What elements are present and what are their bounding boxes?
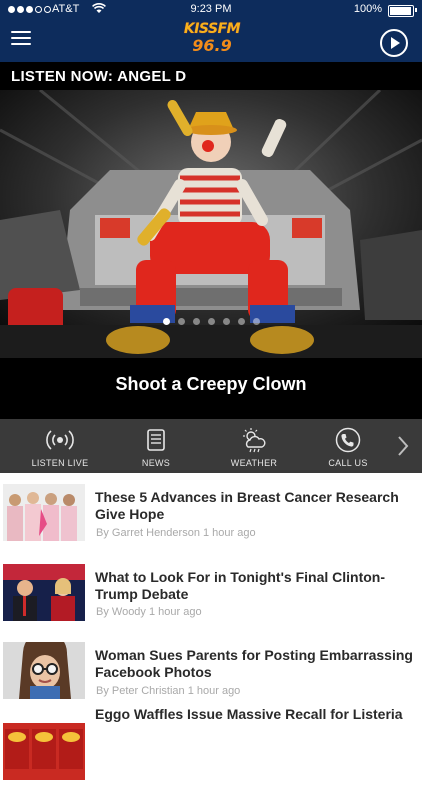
quick-nav-bar: LISTEN LIVE NEWS WEATHER CALL US [0,419,422,473]
pager-dot[interactable] [207,318,215,325]
logo-text: KISSFM [183,21,241,37]
article-byline: By Garret Henderson 1 hour ago [96,527,256,539]
pager-dot[interactable] [222,318,230,325]
listen-now-banner[interactable]: LISTEN NOW: ANGEL D [11,68,186,85]
hamburger-icon [11,31,31,33]
phone-icon [334,427,362,453]
battery-icon [388,5,414,17]
quick-nav-label: WEATHER [230,458,278,468]
quick-nav-call-us[interactable]: CALL US [308,419,388,473]
chevron-right-icon[interactable] [396,435,410,457]
article-thumbnail[interactable] [3,723,85,780]
article-byline: By Woody 1 hour ago [96,606,202,618]
newspaper-icon [142,427,170,453]
article-thumbnail[interactable] [3,642,85,699]
quick-nav-label: CALL US [328,458,368,468]
hero-title[interactable]: Shoot a Creepy Clown [0,374,422,395]
battery-tip [415,8,417,12]
hero-caption[interactable]: Shoot a Creepy Clown [0,358,422,419]
article-headline[interactable]: These 5 Advances in Breast Cancer Resear… [95,489,413,523]
list-item[interactable]: Eggo Waffles Issue Massive Recall for Li… [0,706,422,790]
logo-frequency: 96.9 [192,36,232,55]
quick-nav-news[interactable]: NEWS [116,419,196,473]
carousel-pager[interactable] [0,318,422,325]
pager-dot[interactable] [162,318,170,325]
article-byline: By Peter Christian 1 hour ago [96,685,241,697]
article-thumbnail[interactable] [3,484,85,541]
menu-button[interactable] [11,31,31,47]
list-item[interactable]: What to Look For in Tonight's Final Clin… [0,553,422,631]
play-button[interactable] [380,29,408,57]
pager-dot[interactable] [177,318,185,325]
quick-nav-label: LISTEN LIVE [31,458,89,468]
station-logo: KISSFM 96.9 [182,22,242,58]
list-item[interactable]: Woman Sues Parents for Posting Embarrass… [0,631,422,709]
broadcast-icon [46,427,74,453]
app-header: AT&T 9:23 PM 100% KISSFM 96.9 [0,0,422,62]
article-list: These 5 Advances in Breast Cancer Resear… [0,473,422,780]
weather-icon [240,427,268,453]
article-headline[interactable]: Eggo Waffles Issue Massive Recall for Li… [95,706,413,723]
hero-carousel[interactable]: LISTEN NOW: ANGEL D Shoot a Creepy Clown [0,62,422,419]
battery-percent: 100% [353,3,382,15]
quick-nav-listen-live[interactable]: LISTEN LIVE [20,419,100,473]
pager-dot[interactable] [252,318,260,325]
article-headline[interactable]: What to Look For in Tonight's Final Clin… [95,569,413,603]
quick-nav-weather[interactable]: WEATHER [214,419,294,473]
pager-dot[interactable] [237,318,245,325]
quick-nav-label: NEWS [141,458,171,468]
list-item[interactable]: These 5 Advances in Breast Cancer Resear… [0,473,422,551]
pager-dot[interactable] [192,318,200,325]
article-thumbnail[interactable] [3,564,85,621]
status-bar: AT&T 9:23 PM 100% [0,0,422,20]
article-headline[interactable]: Woman Sues Parents for Posting Embarrass… [95,647,413,681]
